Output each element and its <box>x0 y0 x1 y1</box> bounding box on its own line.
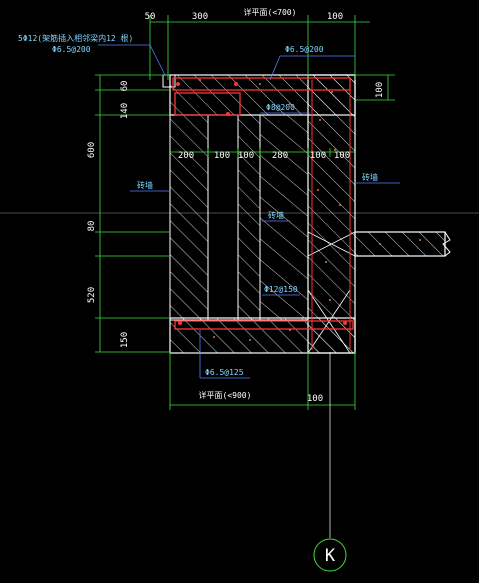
annotation-right-wall: 砖墙 <box>362 172 378 182</box>
inner-dim-280: 280 <box>272 151 288 161</box>
annotation-top-left-1: 5Φ12(架筋插入相邻梁内12 根) <box>18 33 133 43</box>
section-drawing: K 50 300 详平面(<700) 100 60 140 600 80 520… <box>0 7 479 572</box>
bottom-dim-100: 100 <box>307 394 323 404</box>
bottom-concrete-beam <box>169 317 356 354</box>
top-span-label: 详平面(<700) <box>244 7 297 17</box>
left-dim-140: 140 <box>120 103 130 119</box>
inner-dim-200: 200 <box>178 151 194 161</box>
top-dim-100: 100 <box>327 12 343 22</box>
rebar-dot-3 <box>226 112 230 116</box>
inner-dim-100c: 100 <box>310 151 326 161</box>
inner-dim-100d: 100 <box>334 151 350 161</box>
left-dim-60: 60 <box>120 81 130 92</box>
annotation-bottom-rebar: Φ6.5@125 <box>205 368 244 377</box>
top-dim-50: 50 <box>145 12 156 22</box>
annotation-middle-wall: 砖墙 <box>268 210 284 220</box>
left-dim-150: 150 <box>120 332 130 348</box>
axis-label: K <box>325 546 336 566</box>
rebar-dot-2 <box>234 82 238 86</box>
inner-dim-100b: 100 <box>238 151 254 161</box>
rebar-dot-1 <box>176 82 180 86</box>
left-dim-600: 600 <box>87 142 97 158</box>
annotation-lower-rebar: Φ12@150 <box>264 285 298 294</box>
rebar-dot-4 <box>178 321 182 325</box>
left-wall-hatch <box>169 114 209 321</box>
left-wall-inner <box>207 114 239 321</box>
left-dim-80: 80 <box>87 221 97 232</box>
right-concrete-column <box>307 74 356 354</box>
right-dim-100: 100 <box>375 82 385 98</box>
bottom-span-label: 详平面(<900) <box>199 390 252 400</box>
annotation-top-left-2: Φ6.5@200 <box>52 45 91 54</box>
rebar-dot-5 <box>343 321 347 325</box>
inner-dim-100a: 100 <box>214 151 230 161</box>
annotation-top-rebar: Φ6.5@200 <box>285 45 324 54</box>
left-dim-520: 520 <box>87 287 97 303</box>
top-dim-300: 300 <box>192 12 208 22</box>
middle-wall-hatch <box>237 114 261 321</box>
annotation-mid-rebar: Φ8@200 <box>266 103 295 112</box>
right-slab <box>354 231 446 257</box>
annotation-left-wall: 砖墙 <box>137 180 153 190</box>
